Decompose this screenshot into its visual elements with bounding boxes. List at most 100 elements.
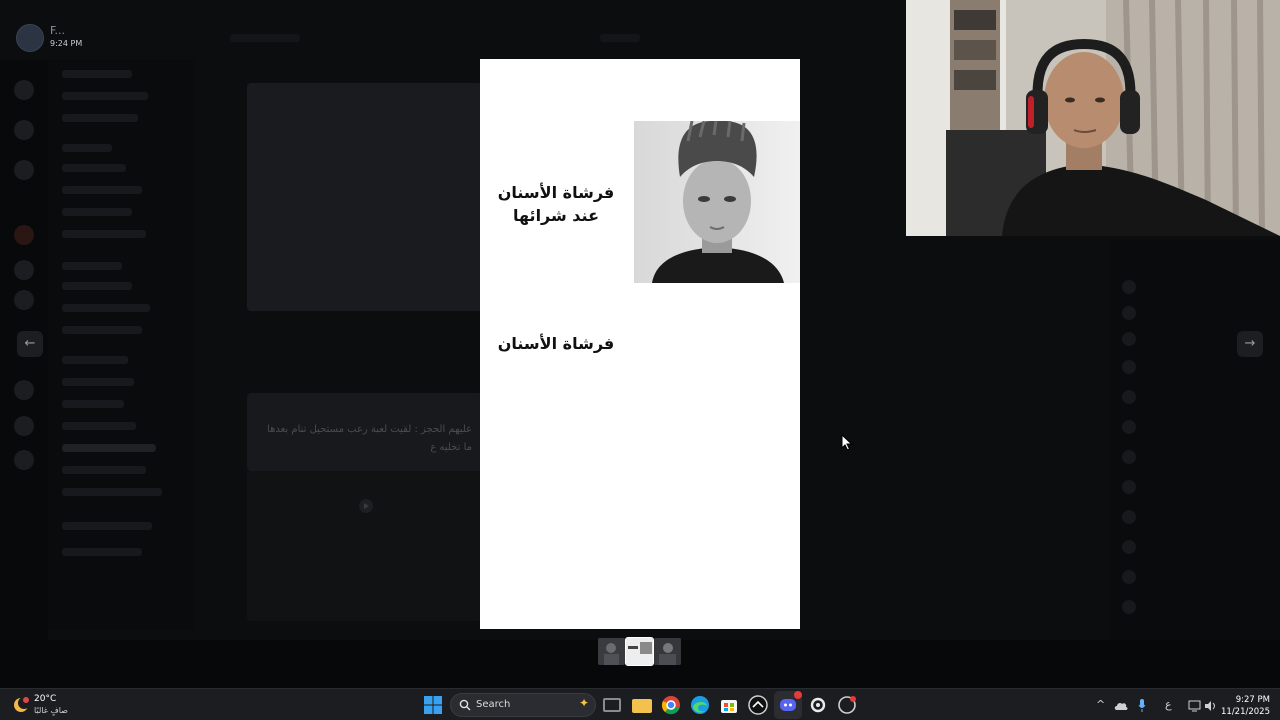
thumbnail[interactable]	[598, 638, 625, 665]
obs-icon[interactable]	[837, 695, 857, 715]
image-viewer: فرشاة الأسنان عند شرائها فرشاة الأسنان	[480, 59, 800, 629]
channel-item[interactable]	[62, 522, 152, 530]
volume-icon[interactable]	[1204, 700, 1218, 712]
channel-item[interactable]	[62, 444, 156, 452]
member-avatar[interactable]	[1122, 600, 1136, 614]
channel-item[interactable]	[62, 466, 146, 474]
member-avatar[interactable]	[1122, 540, 1136, 554]
clock-time[interactable]: 9:27 PM	[1226, 695, 1270, 705]
member-avatar[interactable]	[1122, 306, 1136, 320]
message-video[interactable]	[247, 471, 482, 621]
member-avatar[interactable]	[1122, 510, 1136, 524]
weather-moon-icon	[14, 697, 30, 712]
server-icon[interactable]	[14, 380, 34, 400]
header-title	[600, 34, 640, 42]
channel-item[interactable]	[62, 144, 112, 152]
member-avatar[interactable]	[1122, 450, 1136, 464]
edge-icon[interactable]	[690, 695, 710, 715]
portrait-illustration	[634, 121, 800, 283]
member-avatar[interactable]	[1122, 390, 1136, 404]
channel-item[interactable]	[62, 326, 142, 334]
thumbnail[interactable]	[654, 638, 681, 665]
user-name: F...	[50, 24, 66, 37]
search-icon	[459, 699, 471, 711]
file-explorer-icon[interactable]	[632, 699, 652, 713]
webcam-overlay	[906, 0, 1280, 236]
next-image-button[interactable]: →	[1237, 331, 1263, 357]
channel-item[interactable]	[62, 422, 136, 430]
language-indicator[interactable]: ع	[1165, 698, 1172, 712]
channel-item[interactable]	[62, 114, 138, 122]
channel-item[interactable]	[62, 262, 122, 270]
previous-image-button[interactable]: ←	[17, 331, 43, 357]
clock-date[interactable]: 11/21/2025	[1220, 707, 1270, 717]
channel-item[interactable]	[62, 378, 134, 386]
microphone-icon[interactable]	[1138, 699, 1146, 713]
explore-icon[interactable]	[14, 450, 34, 470]
weather-temperature: 20°C	[34, 694, 57, 704]
member-list	[1110, 240, 1280, 680]
thumbnail-image	[598, 638, 625, 665]
member-avatar[interactable]	[1122, 332, 1136, 346]
channel-item[interactable]	[62, 400, 124, 408]
windows-start-icon[interactable]	[424, 696, 442, 714]
thumbnail-strip	[598, 637, 682, 666]
user-panel[interactable]: F... 9:24 PM	[10, 20, 190, 60]
meme-photo	[634, 121, 800, 283]
taskbar: 20°C صافٍ غالبًا Search ✦ ^ ع 9:27 PM 11…	[0, 688, 1280, 720]
discord-active-tile[interactable]	[774, 691, 802, 719]
member-avatar[interactable]	[1122, 420, 1136, 434]
channel-item[interactable]	[62, 548, 142, 556]
embed-text: عليهم الحجز : لقيت لعبة رعب مستحيل تنام …	[267, 424, 472, 453]
discord-icon	[780, 699, 796, 711]
user-time: 9:24 PM	[50, 39, 83, 48]
chat-header	[200, 28, 900, 48]
system-tray: ^ ع 9:27 PM 11/21/2025	[1090, 693, 1280, 719]
member-avatar[interactable]	[1122, 360, 1136, 374]
channel-item[interactable]	[62, 92, 148, 100]
member-avatar[interactable]	[1122, 570, 1136, 584]
channel-item[interactable]	[62, 488, 162, 496]
channel-item[interactable]	[62, 208, 132, 216]
message-embed[interactable]: عليهم الحجز : لقيت لعبة رعب مستحيل تنام …	[247, 393, 482, 471]
chrome-icon[interactable]	[661, 695, 681, 715]
taskbar-search[interactable]: Search ✦	[450, 693, 596, 717]
channel-list	[48, 60, 194, 630]
server-icon[interactable]	[14, 260, 34, 280]
webcam-feed	[906, 0, 1280, 236]
message-image[interactable]	[247, 83, 482, 311]
channel-item[interactable]	[62, 282, 132, 290]
server-icon[interactable]	[14, 160, 34, 180]
store-icon[interactable]	[719, 695, 739, 715]
channel-item[interactable]	[62, 70, 132, 78]
weather-condition: صافٍ غالبًا	[34, 706, 68, 715]
onedrive-cloud-icon[interactable]	[1114, 701, 1128, 711]
meme-caption-top: فرشاة الأسنان عند شرائها	[497, 183, 615, 225]
screen: F... 9:24 PM عليهم الحجز: لقيت لعبة رعب…	[0, 0, 1280, 720]
server-icon[interactable]	[14, 80, 34, 100]
channel-item[interactable]	[62, 356, 128, 364]
chevron-up-icon[interactable]: ^	[1096, 698, 1105, 712]
task-view-icon[interactable]	[603, 698, 621, 712]
channel-item[interactable]	[62, 186, 142, 194]
weather-widget[interactable]: 20°C صافٍ غالبًا	[12, 692, 92, 718]
server-icon[interactable]	[14, 120, 34, 140]
channel-item[interactable]	[62, 230, 146, 238]
thumbnail-image	[654, 638, 681, 665]
app-icon[interactable]	[748, 695, 768, 715]
search-label: Search	[476, 699, 511, 710]
server-icon[interactable]	[14, 225, 34, 245]
channel-item[interactable]	[62, 304, 150, 312]
member-avatar[interactable]	[1122, 480, 1136, 494]
server-rail	[0, 60, 48, 680]
notification-badge	[794, 691, 802, 699]
server-icon[interactable]	[14, 290, 34, 310]
channel-item[interactable]	[62, 164, 126, 172]
steelseries-icon[interactable]	[808, 695, 828, 715]
thumbnail-image	[626, 638, 653, 665]
add-server-icon[interactable]	[14, 416, 34, 436]
member-avatar[interactable]	[1122, 280, 1136, 294]
avatar[interactable]	[16, 24, 44, 52]
network-icon[interactable]	[1188, 700, 1202, 712]
thumbnail-active[interactable]	[625, 637, 654, 666]
